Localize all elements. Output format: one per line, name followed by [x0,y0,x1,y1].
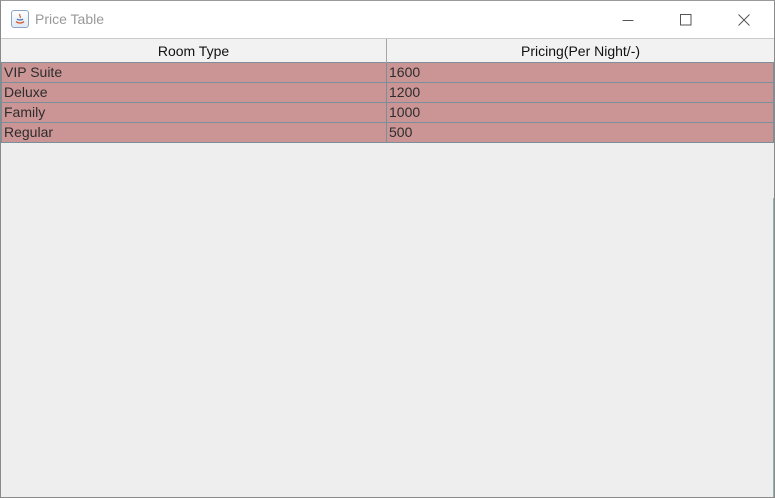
minimize-icon [622,19,634,21]
room-type-cell[interactable]: Regular [2,123,387,142]
price-cell[interactable]: 1000 [387,103,773,122]
column-header-room-type[interactable]: Room Type [1,39,387,63]
maximize-icon [680,13,692,25]
table-row[interactable]: Family 1000 [1,103,774,123]
price-cell[interactable]: 1600 [387,63,773,82]
table-row[interactable]: VIP Suite 1600 [1,63,774,83]
minimize-button[interactable] [599,1,657,38]
column-header-pricing[interactable]: Pricing(Per Night/-) [387,39,774,63]
table-row[interactable]: Regular 500 [1,123,774,143]
close-button[interactable] [715,1,773,38]
price-table-window: Price Table Room Type Pricing(Per Night/… [0,0,775,498]
java-app-icon [11,10,29,28]
window-title: Price Table [35,11,105,27]
table-viewport: Room Type Pricing(Per Night/-) VIP Suite… [1,38,774,497]
table-header: Room Type Pricing(Per Night/-) [1,38,774,63]
room-type-cell[interactable]: VIP Suite [2,63,387,82]
maximize-button[interactable] [657,1,715,38]
room-type-cell[interactable]: Family [2,103,387,122]
room-type-cell[interactable]: Deluxe [2,83,387,102]
close-icon [738,13,750,26]
price-table: Room Type Pricing(Per Night/-) VIP Suite… [1,38,774,143]
window-edge-accent [773,198,774,497]
table-row[interactable]: Deluxe 1200 [1,83,774,103]
title-bar[interactable]: Price Table [1,1,774,38]
price-cell[interactable]: 500 [387,123,773,142]
price-cell[interactable]: 1200 [387,83,773,102]
